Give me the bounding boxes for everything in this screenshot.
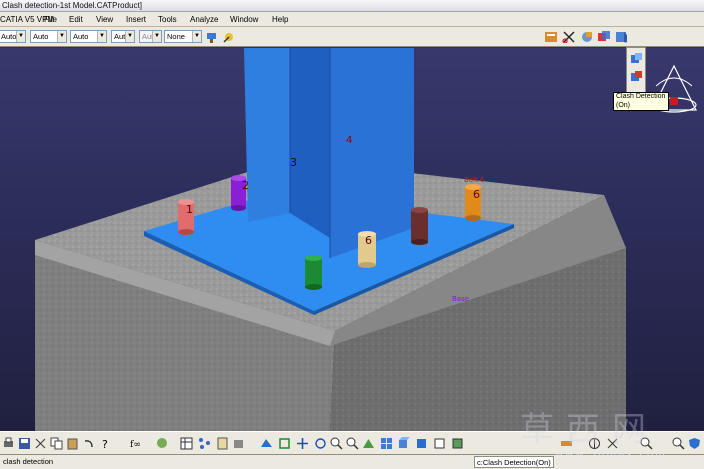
linetype-combo[interactable]: Auto ▼ (30, 30, 67, 43)
menu-analyze[interactable]: Analyze (190, 12, 218, 27)
chevron-down-icon: ▼ (97, 31, 106, 42)
label-bolt-6: 6 (365, 234, 372, 247)
watermark: 草西网 (520, 410, 658, 450)
menu-tools[interactable]: Tools (158, 12, 177, 27)
fly-mode-icon[interactable] (260, 437, 273, 450)
multi-view-icon[interactable] (380, 437, 393, 450)
layer-combo-value: None (167, 32, 185, 41)
chevron-down-icon: ▼ (16, 31, 25, 42)
window-title: Clash detection-1st Model.CATProduct] (0, 0, 704, 12)
model-canvas[interactable]: 4 3 1 2 6 6 Bolt 6 Base (0, 48, 704, 431)
scissors-icon[interactable] (562, 30, 575, 43)
layer-combo[interactable]: None ▼ (164, 30, 202, 43)
linetype-combo-value: Auto (33, 32, 49, 41)
zoom-tool-icon[interactable] (672, 437, 685, 450)
catia-window: Clash detection-1st Model.CATProduct] CA… (0, 0, 704, 469)
menu-insert[interactable]: Insert (126, 12, 146, 27)
tooltip-line1: Clash Detection (616, 93, 666, 100)
swap-visible-icon[interactable] (451, 437, 464, 450)
tooltip: Clash Detection (On) (613, 92, 669, 111)
chevron-down-icon: ▼ (57, 31, 66, 42)
label-base-tag: Base (452, 295, 469, 303)
graphic-properties-toolbar: Auto ▼ Auto ▼ Auto ▼ Aut ▼ Aut ▼ None ▼ (0, 27, 704, 47)
catalog-icon[interactable] (216, 437, 229, 450)
color-combo[interactable]: Auto ▼ (0, 30, 26, 43)
product-icon[interactable] (580, 30, 593, 43)
column-flange-right[interactable] (330, 48, 414, 258)
shield-icon[interactable] (688, 437, 701, 450)
zoom-in-icon[interactable] (330, 437, 343, 450)
undo-icon[interactable] (82, 437, 95, 450)
menu-edit[interactable]: Edit (69, 12, 83, 27)
label-bolt-right: 6 (473, 188, 480, 201)
column-flange-left[interactable] (244, 48, 290, 222)
clash-off-icon[interactable] (630, 70, 643, 83)
status-command-input[interactable]: c:Clash Detection(On) (474, 456, 554, 468)
bolt-5[interactable] (411, 207, 428, 245)
lineweight-combo-value: Aut (114, 32, 126, 41)
hide-show-icon[interactable] (433, 437, 446, 450)
label-web: 3 (290, 156, 297, 169)
normal-view-icon[interactable] (362, 437, 375, 450)
menu-file[interactable]: File (44, 12, 57, 27)
menu-bar: CATIA V5 VPM File Edit View Insert Tools… (0, 12, 704, 27)
chevron-down-icon: ▼ (192, 31, 201, 42)
menu-view[interactable]: View (96, 12, 113, 27)
clash-detection-icon[interactable] (614, 30, 627, 43)
label-right-tag: Bolt 6 (464, 176, 485, 184)
tooltip-line2: (On) (616, 101, 630, 109)
column-web[interactable] (290, 48, 330, 238)
formula-icon[interactable]: f∞ (130, 437, 143, 450)
iso-view-icon[interactable] (397, 437, 410, 450)
painter-icon[interactable] (205, 30, 218, 43)
chevron-down-icon: ▼ (152, 31, 161, 42)
lineweight-combo[interactable]: Aut ▼ (111, 30, 135, 43)
svg-text:?: ? (102, 438, 108, 450)
copy-icon[interactable] (50, 437, 63, 450)
menu-help[interactable]: Help (272, 12, 288, 27)
pan-icon[interactable] (296, 437, 309, 450)
label-bolt-2: 2 (242, 179, 249, 192)
label-bolt-1: 1 (186, 203, 193, 216)
knowledge-icon[interactable] (156, 437, 169, 450)
network-icon[interactable] (198, 437, 211, 450)
print-icon[interactable] (2, 437, 15, 450)
fit-all-icon[interactable] (278, 437, 291, 450)
3d-viewport[interactable]: 4 3 1 2 6 6 Bolt 6 Base (0, 48, 704, 431)
svg-text:f∞: f∞ (130, 440, 141, 450)
macro-icon[interactable] (232, 437, 245, 450)
color-combo-value: Auto (1, 32, 17, 41)
menu-window[interactable]: Window (230, 12, 258, 27)
save-icon[interactable] (18, 437, 31, 450)
rotate-icon[interactable] (314, 437, 327, 450)
shading-icon[interactable] (415, 437, 428, 450)
cut-icon[interactable] (34, 437, 47, 450)
thickness-combo-value: Auto (73, 32, 89, 41)
help-icon[interactable]: ? (100, 437, 113, 450)
watermark-url: www.3dmax.com (555, 449, 667, 460)
zoom-out-icon[interactable] (346, 437, 359, 450)
point-combo[interactable]: Aut ▼ (139, 30, 162, 43)
paste-icon[interactable] (66, 437, 79, 450)
clash-flyout-toolbar (626, 47, 646, 93)
label-plate: 4 (346, 135, 352, 146)
status-left: clash detection (3, 457, 54, 466)
table-icon[interactable] (180, 437, 193, 450)
tree-icon[interactable] (544, 30, 557, 43)
chevron-down-icon: ▼ (125, 31, 134, 42)
clash-icon[interactable] (597, 30, 610, 43)
clash-on-icon[interactable] (630, 52, 643, 65)
bolt-green[interactable] (305, 255, 322, 290)
properties-brush-icon[interactable] (222, 30, 235, 43)
thickness-combo[interactable]: Auto ▼ (70, 30, 107, 43)
